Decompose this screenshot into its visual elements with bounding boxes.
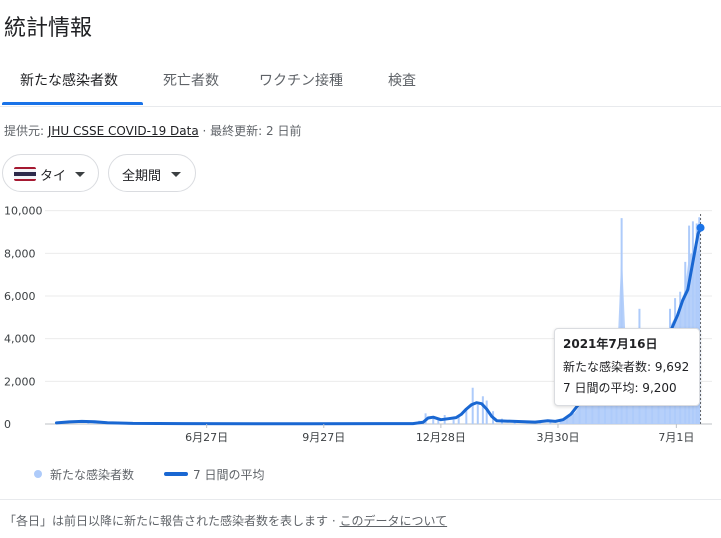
tab-new-cases[interactable]: 新たな感染者数 [20,70,118,90]
source-separator: · [198,124,211,138]
footer-note: 「各日」は前日以降に新たに報告された感染者数を表します · このデータについて [4,512,447,529]
tab-bar: 新たな感染者数 死亡者数 ワクチン接種 検査 [0,58,721,107]
thailand-flag-icon [14,167,36,181]
y-tick-label: 8,000 [4,247,36,260]
chart-tooltip: 2021年7月16日 新たな感染者数: 9,692 7 日間の平均: 9,200 [554,328,700,406]
country-selector[interactable]: タイ [2,154,99,192]
bar [481,396,484,424]
page-title: 統計情報 [4,16,93,41]
y-tick-label: 2,000 [4,375,36,388]
bar [476,404,479,424]
hover-dot [696,223,705,232]
y-tick-label: 6,000 [4,290,36,303]
legend-line-label: 7 日間の平均 [193,468,265,482]
source-prefix: 提供元: [4,124,48,138]
chevron-down-icon [171,172,181,177]
bar [452,419,455,424]
source-link[interactable]: JHU CSSE COVID-19 Data [48,124,199,138]
tab-tests[interactable]: 検査 [388,70,416,90]
tooltip-date: 2021年7月16日 [563,337,658,351]
footer-separator: · [328,514,340,528]
x-tick-label: 9月27日 [302,431,345,444]
x-tick-label: 6月27日 [185,431,228,444]
tab-vaccinations[interactable]: ワクチン接種 [259,70,343,90]
footer-divider [0,499,721,500]
y-tick-label: 0 [4,418,11,431]
active-tab-indicator [2,102,143,105]
x-tick-label: 3月30日 [536,431,579,444]
footer-text: 「各日」は前日以降に新たに報告された感染者数を表します [4,514,329,528]
cases-chart[interactable]: 0 2,000 4,000 6,000 8,000 10,000 6月27日 9月27日 12… [0,200,721,450]
tooltip-new-cases: 新たな感染者数: 9,692 [563,360,690,374]
x-tick-label: 12月28日 [416,431,466,444]
source-line: 提供元: JHU CSSE COVID-19 Data · 最終更新: 2 日前 [4,122,301,139]
bar [432,418,435,424]
tab-deaths[interactable]: 死亡者数 [163,70,219,90]
x-tick-label: 7月1日 [658,431,694,444]
last-updated: 最終更新: 2 日前 [210,124,302,138]
chevron-down-icon [75,172,85,177]
y-tick-label: 4,000 [4,333,36,346]
period-selector[interactable]: 全期間 [108,154,196,192]
tooltip-average: 7 日間の平均: 9,200 [563,381,677,395]
legend-line-swatch [164,472,188,476]
about-data-link[interactable]: このデータについて [339,514,447,528]
y-tick-label: 10,000 [4,205,43,218]
country-label: タイ [40,169,67,184]
period-label: 全期間 [122,169,162,184]
legend-bars-swatch [34,470,42,478]
legend-bars-label: 新たな感染者数 [50,468,135,482]
